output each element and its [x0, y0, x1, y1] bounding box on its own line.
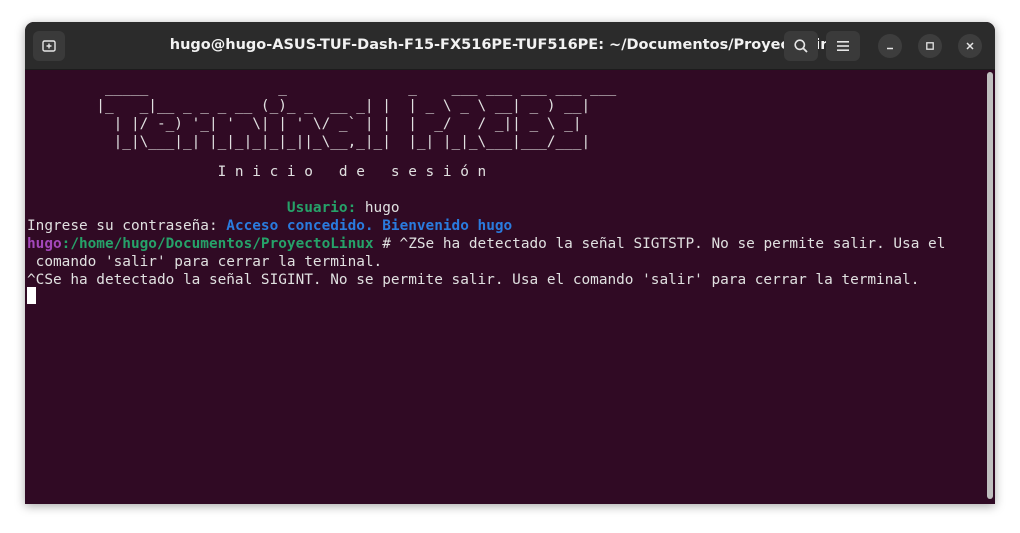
sigtstp-message: # ^ZSe ha detectado la señal SIGTSTP. No…	[373, 236, 946, 252]
terminal-output[interactable]: _____ _ _ ___ ___ ___ ___ ___ |_ _|__ _ …	[25, 70, 983, 504]
wrapped-message-line: comando 'salir' para cerrar la terminal.	[27, 254, 383, 270]
banner-line-2: |_ _|__ _ _ _ __ (_)_ _ __ _| | | _ \ _ …	[27, 98, 591, 114]
password-prompt: Ingrese su contraseña:	[27, 218, 227, 234]
username-label: Usuario:	[27, 200, 357, 216]
new-tab-button[interactable]	[33, 31, 65, 61]
maximize-button[interactable]	[918, 34, 942, 58]
login-heading: I n i c i o d e s e s i ó n	[27, 164, 487, 180]
username-line: Usuario: hugo	[27, 199, 400, 217]
text-cursor	[27, 287, 36, 304]
menu-button[interactable]	[826, 31, 860, 61]
close-button[interactable]	[958, 34, 982, 58]
username-value: hugo	[356, 200, 400, 216]
welcome-message: Bienvenido hugo	[373, 218, 513, 234]
search-icon	[794, 39, 808, 53]
minimize-button[interactable]	[878, 34, 902, 58]
banner-line-1: _____ _ _ ___ ___ ___ ___ ___	[27, 80, 617, 96]
access-granted-message: Acceso concedido.	[226, 218, 374, 234]
hamburger-menu-icon	[837, 41, 849, 51]
search-button[interactable]	[784, 31, 818, 61]
prompt-line: hugo:/home/hugo/Documentos/ProyectoLinux…	[27, 235, 945, 253]
sigint-message: ^CSe ha detectado la señal SIGINT. No se…	[27, 272, 920, 288]
close-icon	[966, 42, 974, 50]
prompt-path: :/home/hugo/Documentos/ProyectoLinux	[61, 236, 374, 252]
new-tab-icon	[42, 40, 56, 52]
terminal-window: hugo@hugo-ASUS-TUF-Dash-F15-FX516PE-TUF5…	[25, 22, 995, 504]
window-title: hugo@hugo-ASUS-TUF-Dash-F15-FX516PE-TUF5…	[169, 37, 851, 53]
banner-line-3: | |/ -_) '_| ' \| | ' \/ _` | | | _/ / _…	[27, 116, 582, 132]
maximize-icon	[926, 42, 934, 50]
password-line: Ingrese su contraseña: Acceso concedido.…	[27, 217, 512, 235]
prompt-user: hugo	[27, 236, 62, 252]
scrollbar[interactable]	[987, 72, 993, 499]
title-bar[interactable]: hugo@hugo-ASUS-TUF-Dash-F15-FX516PE-TUF5…	[25, 22, 995, 70]
banner-line-4: |_|\___|_| |_|_|_|_|_||_\__,_|_| |_| |_|…	[27, 134, 591, 150]
minimize-icon	[887, 47, 893, 50]
